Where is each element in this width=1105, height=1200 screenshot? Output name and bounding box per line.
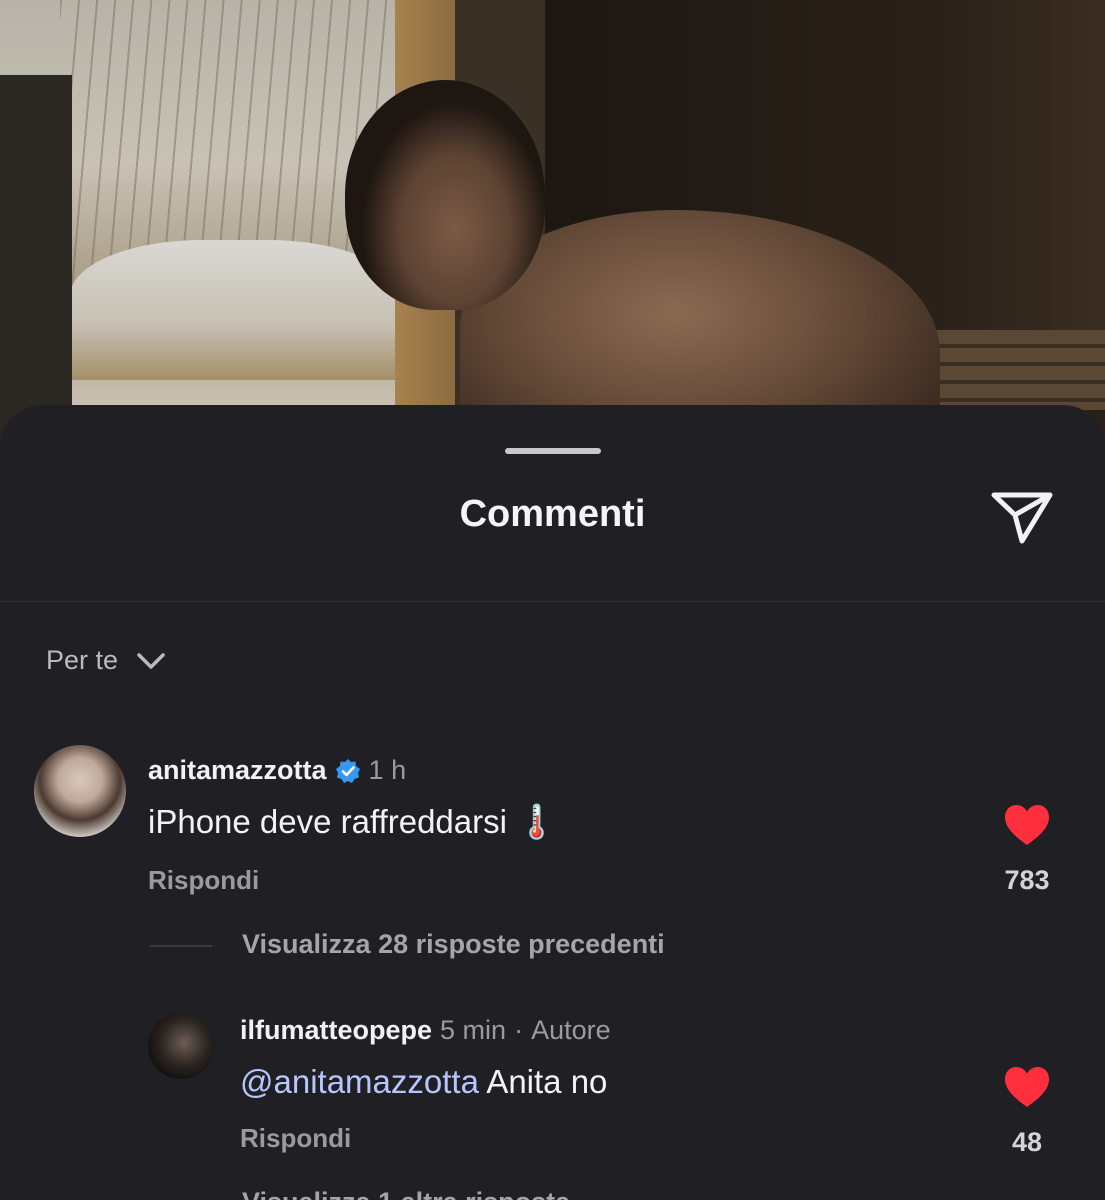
chevron-down-icon bbox=[137, 652, 165, 669]
comment-username[interactable]: anitamazzotta bbox=[148, 755, 327, 786]
author-tag: Autore bbox=[531, 1015, 611, 1045]
view-previous-replies-button[interactable]: Visualizza 28 risposte precedenti bbox=[242, 929, 665, 960]
reply-header: ilfumatteopepe 5 min · Autore bbox=[240, 1015, 611, 1046]
verified-badge-icon bbox=[335, 758, 360, 783]
reply-username[interactable]: ilfumatteopepe bbox=[240, 1015, 432, 1046]
like-count: 48 bbox=[1011, 1127, 1043, 1157]
reply-button[interactable]: Rispondi bbox=[240, 1123, 351, 1154]
comment-time: 1 h bbox=[368, 755, 407, 785]
comment-body: iPhone deve raffreddarsi bbox=[148, 803, 507, 840]
sort-label: Per te bbox=[46, 645, 119, 675]
comments-sheet: Commenti Per te anitamazzotta 1 h iPhone… bbox=[0, 405, 1105, 1200]
reply-body: Anita no bbox=[486, 1063, 608, 1100]
avatar[interactable] bbox=[148, 1013, 214, 1079]
reply-button[interactable]: Rispondi bbox=[148, 865, 259, 896]
like-button[interactable]: 783 bbox=[982, 803, 1072, 896]
photo-frame-left bbox=[0, 75, 72, 410]
comment-text: iPhone deve raffreddarsi 🌡️ bbox=[148, 803, 557, 842]
like-count: 783 bbox=[1004, 865, 1050, 895]
sheet-drag-handle[interactable] bbox=[505, 448, 601, 454]
view-more-replies-button[interactable]: Visualizza 1 altra risposta bbox=[242, 1187, 570, 1200]
sort-dropdown[interactable]: Per te bbox=[46, 645, 166, 676]
header-divider bbox=[0, 601, 1105, 602]
photo-snow bbox=[70, 240, 400, 380]
post-photo bbox=[0, 0, 1105, 470]
paper-plane-icon[interactable] bbox=[988, 487, 1056, 547]
comment-header: anitamazzotta 1 h bbox=[148, 755, 406, 786]
reply-text: @anitamazzotta Anita no bbox=[240, 1063, 607, 1101]
reply-time: 5 min bbox=[440, 1015, 507, 1045]
thermometer-emoji: 🌡️ bbox=[516, 803, 558, 840]
mention-link[interactable]: @anitamazzotta bbox=[240, 1063, 479, 1100]
avatar[interactable] bbox=[34, 745, 126, 837]
reply-separator: · bbox=[514, 1015, 524, 1045]
heart-icon bbox=[1005, 805, 1049, 845]
heart-icon bbox=[1005, 1067, 1049, 1107]
photo-figure-head bbox=[345, 80, 545, 310]
thread-line bbox=[150, 945, 212, 947]
sheet-title: Commenti bbox=[459, 493, 646, 535]
like-button[interactable]: 48 bbox=[982, 1065, 1072, 1158]
